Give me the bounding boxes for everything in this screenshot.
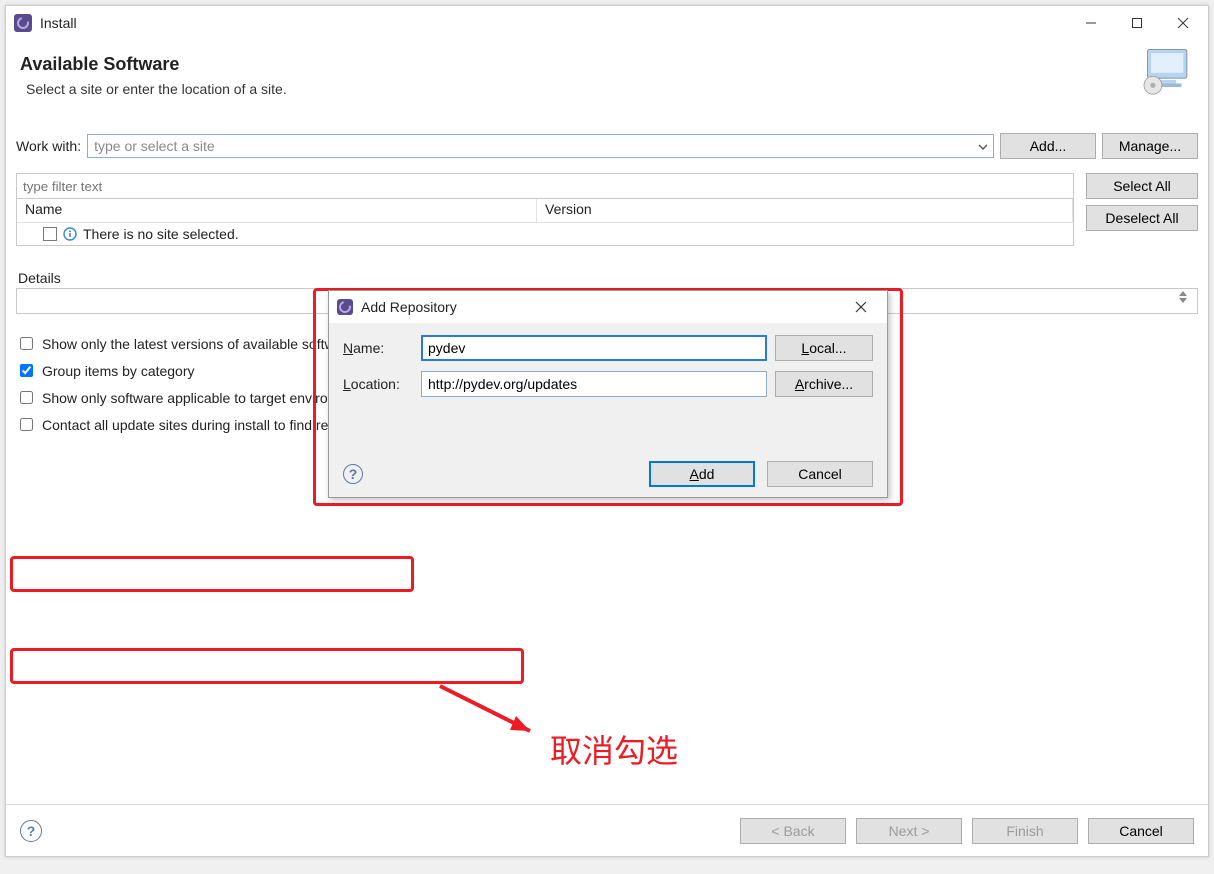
opt-group-label: Group items by category: [42, 363, 195, 379]
opt-latest-checkbox[interactable]: [20, 337, 33, 350]
modal-archive-button[interactable]: Archive...: [775, 371, 873, 397]
site-combobox[interactable]: type or select a site: [87, 134, 994, 158]
finish-button[interactable]: Finish: [972, 818, 1078, 844]
select-all-button[interactable]: Select All: [1086, 173, 1198, 199]
opt-applicable-checkbox[interactable]: [20, 391, 33, 404]
software-area: Name Version There is no site selected. …: [16, 173, 1198, 246]
eclipse-icon: [337, 299, 353, 315]
empty-message: There is no site selected.: [83, 226, 239, 242]
modal-title: Add Repository: [361, 299, 457, 315]
modal-button-bar: ? Add Cancel: [329, 451, 887, 497]
modal-name-input[interactable]: [421, 335, 767, 361]
modal-close-button[interactable]: [841, 293, 881, 321]
modal-titlebar: Add Repository: [329, 291, 887, 323]
modal-help-icon[interactable]: ?: [343, 464, 363, 484]
opt-applicable-label: Show only software applicable to target …: [42, 390, 367, 406]
work-with-row: Work with: type or select a site Add... …: [16, 133, 1198, 159]
wizard-button-bar: ? < Back Next > Finish Cancel: [6, 804, 1208, 856]
modal-name-row: Name: Local...: [343, 335, 873, 361]
chevron-down-icon: [977, 140, 989, 152]
software-table[interactable]: Name Version There is no site selected.: [16, 199, 1074, 246]
page-subtitle: Select a site or enter the location of a…: [26, 81, 1088, 97]
row-checkbox[interactable]: [43, 227, 57, 241]
info-icon: [63, 227, 77, 241]
filter-input[interactable]: [16, 173, 1074, 199]
add-repository-dialog: Add Repository Name: Local... Location: …: [328, 290, 888, 498]
column-name[interactable]: Name: [17, 199, 537, 222]
site-combobox-placeholder: type or select a site: [94, 138, 215, 154]
window-close-button[interactable]: [1160, 8, 1206, 38]
table-header: Name Version: [17, 199, 1073, 223]
next-button[interactable]: Next >: [856, 818, 962, 844]
work-with-label: Work with:: [16, 138, 81, 154]
window-title: Install: [40, 15, 77, 31]
modal-location-row: Location: Archive...: [343, 371, 873, 397]
back-button[interactable]: < Back: [740, 818, 846, 844]
modal-local-button[interactable]: Local...: [775, 335, 873, 361]
manage-sites-button[interactable]: Manage...: [1102, 133, 1198, 159]
wizard-header: Available Software Select a site or ente…: [6, 40, 1208, 115]
deselect-all-button[interactable]: Deselect All: [1086, 205, 1198, 231]
modal-name-label: Name:: [343, 340, 413, 356]
column-version[interactable]: Version: [537, 199, 1073, 222]
eclipse-icon: [14, 14, 32, 32]
add-site-button[interactable]: Add...: [1000, 133, 1096, 159]
modal-location-label: Location:: [343, 376, 413, 392]
modal-location-input[interactable]: [421, 371, 767, 397]
details-spinner[interactable]: [1179, 291, 1195, 311]
modal-cancel-button[interactable]: Cancel: [767, 461, 873, 487]
window-titlebar: Install: [6, 6, 1208, 40]
page-title: Available Software: [20, 54, 1088, 75]
details-label: Details: [18, 270, 1198, 286]
window-minimize-button[interactable]: [1068, 8, 1114, 38]
cancel-button[interactable]: Cancel: [1088, 818, 1194, 844]
opt-latest-label: Show only the latest versions of availab…: [42, 336, 355, 352]
help-icon[interactable]: ?: [20, 820, 42, 842]
opt-contact-checkbox[interactable]: [20, 418, 33, 431]
opt-group-checkbox[interactable]: [20, 364, 33, 377]
modal-add-button[interactable]: Add: [649, 461, 755, 487]
window-maximize-button[interactable]: [1114, 8, 1160, 38]
table-row: There is no site selected.: [17, 223, 1073, 245]
install-art-icon: [1140, 46, 1198, 96]
